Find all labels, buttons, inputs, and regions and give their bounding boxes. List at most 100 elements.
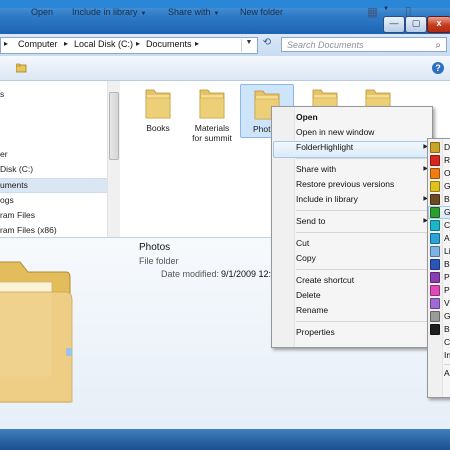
search-icon[interactable]: ⌕ (435, 39, 441, 53)
menu-item-delete[interactable]: Delete (296, 288, 428, 303)
menu-item-label: Send to (296, 216, 326, 226)
new-folder-button[interactable]: New folder (240, 7, 283, 17)
submenu-item[interactable]: B (444, 323, 450, 336)
folder-item-books[interactable]: Books (135, 86, 181, 150)
open-button[interactable]: Open (31, 7, 53, 17)
submenu-item[interactable]: O (444, 167, 450, 180)
menu-item-label: Properties (296, 327, 335, 337)
submenu-item[interactable]: G (444, 206, 450, 219)
context-menu: Open Open in new window FolderHighlight ▶ Sh… (271, 106, 433, 348)
folder-icon (198, 86, 226, 120)
breadcrumb-separator-icon[interactable]: ▸ (195, 39, 199, 48)
refresh-icon[interactable]: ⟲ (259, 37, 275, 52)
search-input[interactable]: Search Documents ⌕ (281, 37, 447, 52)
large-folder-icon (0, 252, 80, 407)
submenu-item[interactable]: D (444, 141, 450, 154)
submenu-item[interactable]: R (444, 154, 450, 167)
menu-item-label: Include in library (296, 194, 358, 204)
menu-separator (444, 364, 450, 365)
menu-item-copy[interactable]: Copy (296, 251, 428, 266)
menu-separator (296, 232, 428, 233)
nav-item[interactable]: er (0, 148, 8, 161)
submenu-item[interactable]: P (444, 284, 450, 297)
share-with-button[interactable]: Share with ▼ (168, 7, 219, 17)
submenu-item[interactable]: A (444, 232, 450, 245)
include-in-library-button[interactable]: Include in library ▼ (72, 7, 146, 17)
menu-item-label: Open (296, 112, 318, 122)
folder-color-icon (430, 298, 440, 309)
menu-separator (296, 210, 428, 211)
chevron-down-icon: ▼ (140, 11, 147, 17)
submenu-item[interactable]: G (444, 180, 450, 193)
submenu-item[interactable]: In (444, 349, 450, 362)
breadcrumb-documents[interactable]: Documents (146, 39, 192, 49)
nav-item-documents[interactable]: uments (0, 178, 107, 193)
folderhighlight-submenu: D R O G B G C A Li B P P V G B C In A (427, 138, 450, 398)
help-icon[interactable]: ? (432, 62, 444, 74)
close-button[interactable]: x (427, 16, 450, 33)
folder-icon (144, 86, 172, 120)
submenu-item[interactable]: B (444, 258, 450, 271)
submenu-item[interactable]: P (444, 271, 450, 284)
menu-item-include-in-library[interactable]: Include in library ▶ (296, 192, 428, 207)
submenu-item[interactable]: V (444, 297, 450, 310)
menu-item-open-in-new-window[interactable]: Open in new window (296, 125, 428, 140)
minimize-button[interactable]: — (383, 16, 405, 33)
include-in-library-label: Include in library (72, 7, 138, 17)
menu-item-label: Share with (296, 164, 337, 174)
breadcrumb-separator-icon[interactable]: ▸ (136, 39, 140, 48)
address-bar[interactable]: ▸ Computer ▸ Local Disk (C:) ▸ Documents… (0, 37, 258, 54)
menu-item-rename[interactable]: Rename (296, 303, 428, 318)
menu-item-label: Create shortcut (296, 275, 355, 285)
menu-item-send-to[interactable]: Send to ▶ (296, 214, 428, 229)
command-bar (0, 56, 450, 81)
open-icon (15, 63, 27, 73)
change-view-icon[interactable]: ▦ (367, 5, 378, 19)
breadcrumb-separator-icon[interactable]: ▸ (64, 39, 68, 48)
menu-item-create-shortcut[interactable]: Create shortcut (296, 273, 428, 288)
maximize-icon: ▢ (411, 18, 421, 28)
menu-item-label: Rename (296, 305, 329, 315)
chevron-down-icon[interactable]: ▼ (383, 6, 389, 12)
folder-color-icon (430, 142, 440, 153)
close-icon: x (436, 18, 442, 28)
menu-item-folderhighlight[interactable]: FolderHighlight ▶ (296, 140, 428, 155)
submenu-item[interactable]: Li (444, 245, 450, 258)
scrollbar-thumb[interactable] (109, 92, 119, 160)
menu-item-cut[interactable]: Cut (296, 236, 428, 251)
submenu-item[interactable]: G (444, 310, 450, 323)
menu-item-share-with[interactable]: Share with ▶ (296, 162, 428, 177)
menu-item-open[interactable]: Open (296, 110, 428, 125)
nav-item[interactable]: s (0, 88, 4, 101)
nav-item[interactable]: ogs (0, 194, 14, 207)
breadcrumb-arrow-icon[interactable]: ▸ (4, 39, 8, 48)
folder-label: Materials for summit (192, 123, 232, 143)
folder-color-icon (430, 272, 440, 283)
folder-color-icon (430, 220, 440, 231)
details-name: Photos (139, 242, 171, 253)
folder-color-icon (430, 181, 440, 192)
breadcrumb-computer[interactable]: Computer (18, 39, 58, 49)
preview-pane-icon[interactable]: ▯ (405, 4, 412, 18)
submenu-item[interactable]: C (444, 336, 450, 349)
taskbar (0, 429, 450, 450)
details-modified-label: Date modified: (161, 269, 220, 279)
maximize-button[interactable]: ▢ (405, 16, 427, 33)
folder-color-icon (430, 155, 440, 166)
address-history-dropdown-icon[interactable]: ▼ (241, 39, 256, 52)
search-placeholder: Search Documents (287, 40, 364, 50)
menu-item-restore-previous-versions[interactable]: Restore previous versions (296, 177, 428, 192)
submenu-item[interactable]: B (444, 193, 450, 206)
nav-item-program-files[interactable]: ram Files (0, 209, 35, 222)
details-modified-value: 9/1/2009 12: (221, 269, 272, 279)
submenu-item[interactable]: A (444, 367, 450, 380)
menu-item-label: Open in new window (296, 127, 375, 137)
breadcrumb-local-disk[interactable]: Local Disk (C:) (74, 39, 133, 49)
nav-item-program-files-x86[interactable]: ram Files (x86) (0, 224, 57, 237)
menu-item-properties[interactable]: Properties (296, 325, 428, 340)
nav-item-local-disk[interactable]: Disk (C:) (0, 163, 33, 176)
menu-item-label: Copy (296, 253, 316, 263)
menu-item-label: Cut (296, 238, 310, 248)
folder-item-materials[interactable]: Materials for summit (189, 86, 235, 150)
submenu-item[interactable]: C (444, 219, 450, 232)
